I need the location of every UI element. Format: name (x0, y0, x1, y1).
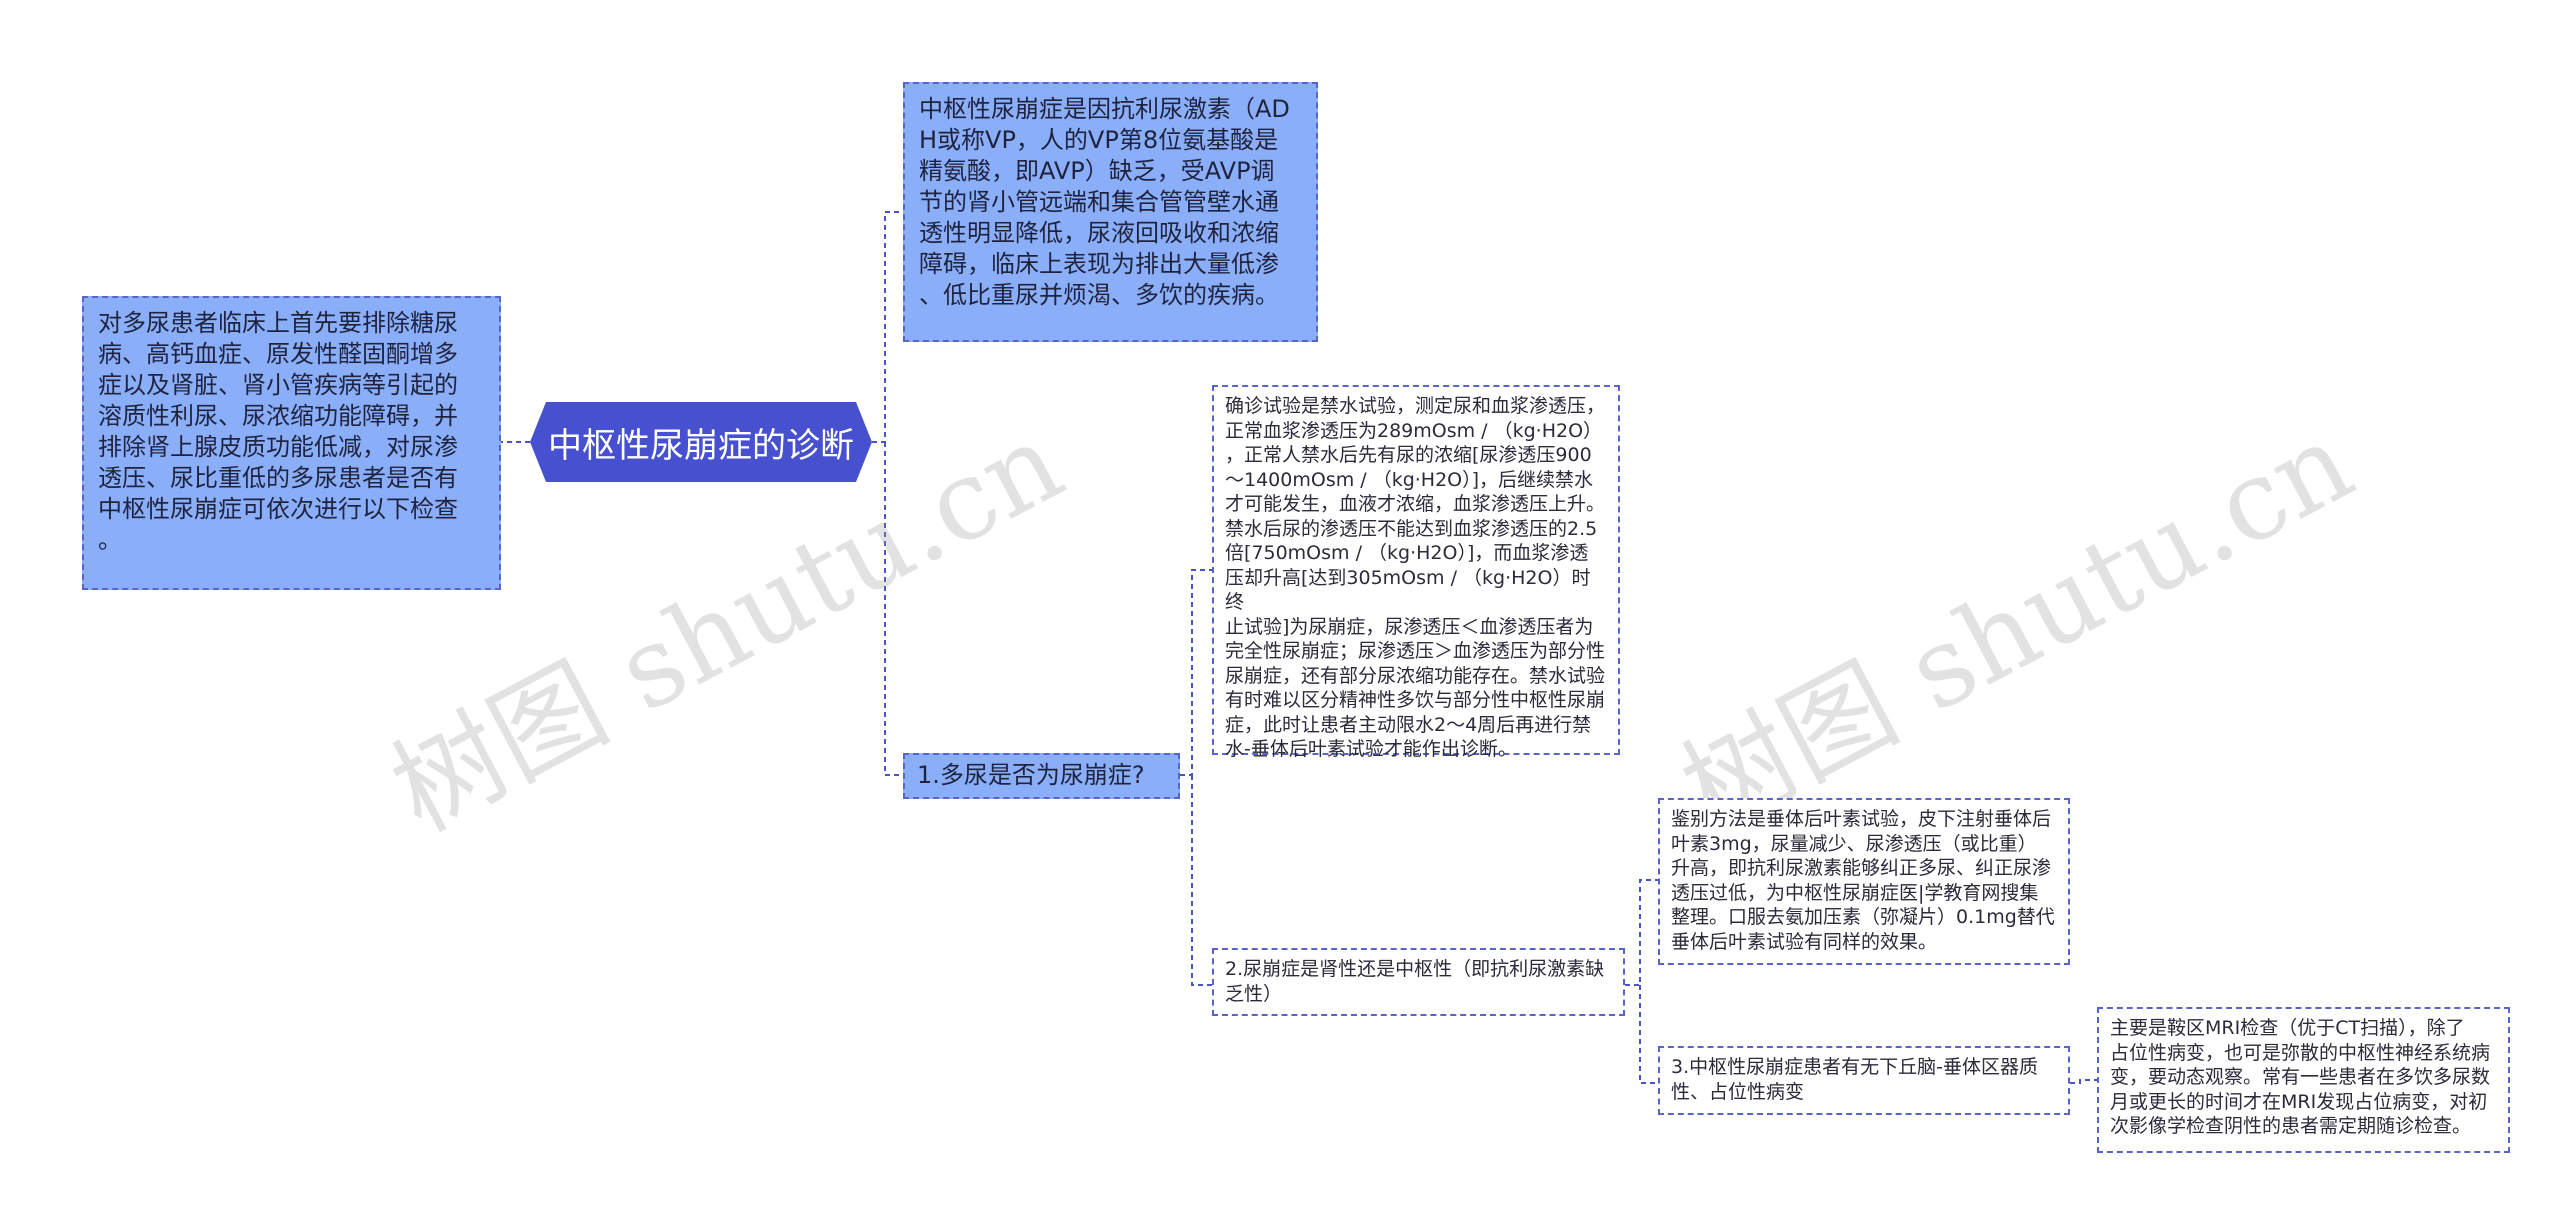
step2-node[interactable]: 2.尿崩症是肾性还是中枢性（即抗利尿激素缺 乏性） (1212, 948, 1625, 1016)
step1-node[interactable]: 1.多尿是否为尿崩症? (903, 753, 1180, 799)
root-node[interactable]: 中枢性尿崩症的诊断 (530, 402, 872, 482)
connector-step3-detail (2070, 1079, 2097, 1084)
connector-step2-detail (1625, 879, 1658, 986)
connector-step2-step3 (1639, 985, 1658, 1084)
step3-node[interactable]: 3.中枢性尿崩症患者有无下丘脑-垂体区器质 性、占位性病变 (1658, 1046, 2070, 1115)
connector-step1-step2 (1191, 775, 1212, 986)
step2-detail-box[interactable]: 鉴别方法是垂体后叶素试验，皮下注射垂体后 叶素3mg，尿量减少、尿渗透压（或比重… (1658, 798, 2070, 965)
definition-box[interactable]: 中枢性尿崩症是因抗利尿激素（AD H或称VP，人的VP第8位氨基酸是 精氨酸，即… (903, 82, 1318, 342)
mind-map-canvas: 树图 shutu.cn 树图 shutu.cn 对多尿患者临床上首先要排除糖尿 … (0, 0, 2560, 1219)
connector-root-definition (872, 211, 903, 443)
connector-root-step1 (884, 442, 903, 776)
step3-detail-box[interactable]: 主要是鞍区MRI检查（优于CT扫描），除了 占位性病变，也可是弥散的中枢性神经系… (2097, 1007, 2510, 1153)
connector-step1-detail (1180, 569, 1212, 776)
step1-detail-box[interactable]: 确诊试验是禁水试验，测定尿和血浆渗透压， 正常血浆渗透压为289mOsm / （… (1212, 385, 1620, 760)
left-note-box[interactable]: 对多尿患者临床上首先要排除糖尿 病、高钙血症、原发性醛固酮增多 症以及肾脏、肾小… (82, 296, 501, 590)
root-node-label: 中枢性尿崩症的诊断 (548, 425, 854, 466)
